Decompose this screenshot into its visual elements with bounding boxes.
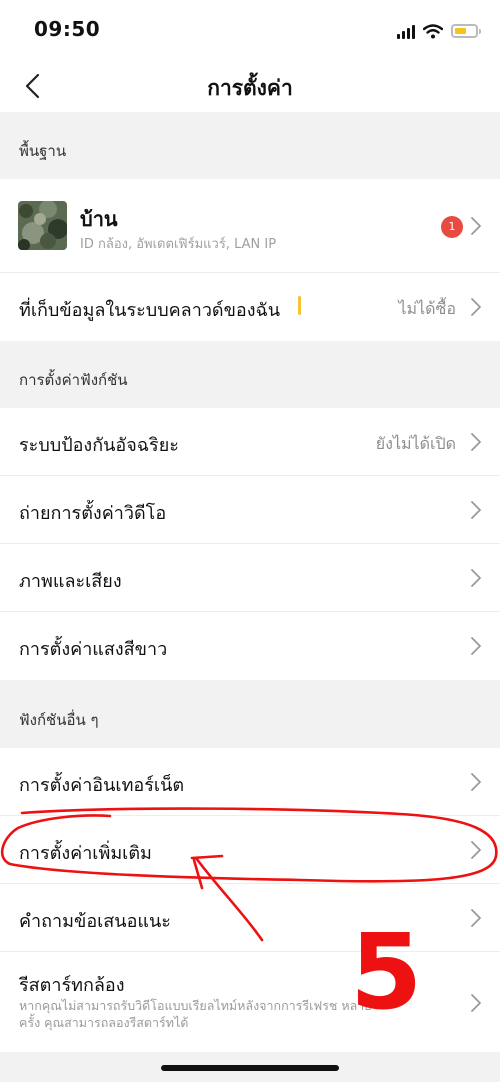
device-thumbnail (18, 201, 67, 250)
nav-bar: การตั้งค่า (0, 60, 500, 112)
white-light-row[interactable]: การตั้งค่าแสงสีขาว (0, 612, 500, 680)
cloud-storage-label: ที่เก็บข้อมูลในระบบคลาวด์ของฉัน (19, 300, 281, 321)
video-settings-label: ถ่ายการตั้งค่าวิดีโอ (19, 503, 167, 524)
wifi-icon (423, 23, 443, 38)
page-title: การตั้งค่า (207, 76, 293, 100)
chevron-right-icon (471, 994, 481, 1012)
section-title: พื้นฐาน (19, 142, 67, 160)
chevron-right-icon (471, 637, 481, 655)
device-subtitle: ID กล้อง, อัพเดตเฟิร์มแวร์, LAN IP (80, 237, 277, 252)
chevron-right-icon (471, 501, 481, 519)
restart-camera-row[interactable]: รีสตาร์ทกล้อง หากคุณไม่สามารถรับวิดีโอแบ… (0, 952, 500, 1052)
chevron-right-icon (471, 298, 481, 316)
chevron-right-icon (471, 433, 481, 451)
section-header-other: ฟังก์ชันอื่น ๆ (0, 680, 500, 748)
image-sound-row[interactable]: ภาพและเสียง (0, 544, 500, 612)
status-time: 09:50 (34, 17, 101, 41)
cloud-storage-value: ไม่ได้ซื้อ (398, 299, 457, 318)
restart-camera-label: รีสตาร์ทกล้อง (19, 975, 125, 996)
smart-protection-value: ยังไม่ได้เปิด (375, 434, 456, 453)
battery-level (455, 28, 466, 34)
battery-icon (451, 24, 481, 38)
device-name: บ้าน (80, 207, 118, 231)
signal-icon (397, 24, 415, 39)
chevron-right-icon (471, 569, 481, 587)
status-icons (397, 20, 481, 42)
internet-settings-row[interactable]: การตั้งค่าอินเทอร์เน็ต (0, 748, 500, 816)
annotation-step-number: 5 (350, 911, 423, 1033)
section-title: ฟังก์ชันอื่น ๆ (19, 711, 99, 729)
internet-settings-label: การตั้งค่าอินเทอร์เน็ต (19, 775, 185, 796)
accent-mark (298, 296, 301, 315)
device-row[interactable]: บ้าน ID กล้อง, อัพเดตเฟิร์มแวร์, LAN IP … (0, 179, 500, 273)
notification-badge: 1 (441, 216, 463, 238)
faq-feedback-label: คำถามข้อเสนอแนะ (19, 911, 171, 932)
smart-protection-row[interactable]: ระบบป้องกันอัจฉริยะ ยังไม่ได้เปิด (0, 408, 500, 476)
status-bar: 09:50 (0, 0, 500, 60)
cloud-storage-row[interactable]: ที่เก็บข้อมูลในระบบคลาวด์ของฉัน ไม่ได้ซื… (0, 273, 500, 341)
white-light-label: การตั้งค่าแสงสีขาว (19, 639, 168, 660)
section-header-basic: พื้นฐาน (0, 112, 500, 179)
restart-camera-description: หากคุณไม่สามารถรับวิดีโอแบบเรียลไทม์หลัง… (19, 998, 372, 1030)
chevron-right-icon (471, 217, 481, 235)
chevron-right-icon (471, 909, 481, 927)
more-settings-row[interactable]: การตั้งค่าเพิ่มเติม (0, 816, 500, 884)
home-indicator[interactable] (161, 1065, 339, 1071)
faq-feedback-row[interactable]: คำถามข้อเสนอแนะ (0, 884, 500, 952)
more-settings-label: การตั้งค่าเพิ่มเติม (19, 843, 152, 864)
video-settings-row[interactable]: ถ่ายการตั้งค่าวิดีโอ (0, 476, 500, 544)
image-sound-label: ภาพและเสียง (19, 571, 122, 592)
section-title: การตั้งค่าฟังก์ชัน (19, 371, 128, 389)
chevron-right-icon (471, 773, 481, 791)
smart-protection-label: ระบบป้องกันอัจฉริยะ (19, 435, 179, 456)
chevron-right-icon (471, 841, 481, 859)
section-header-function: การตั้งค่าฟังก์ชัน (0, 341, 500, 408)
